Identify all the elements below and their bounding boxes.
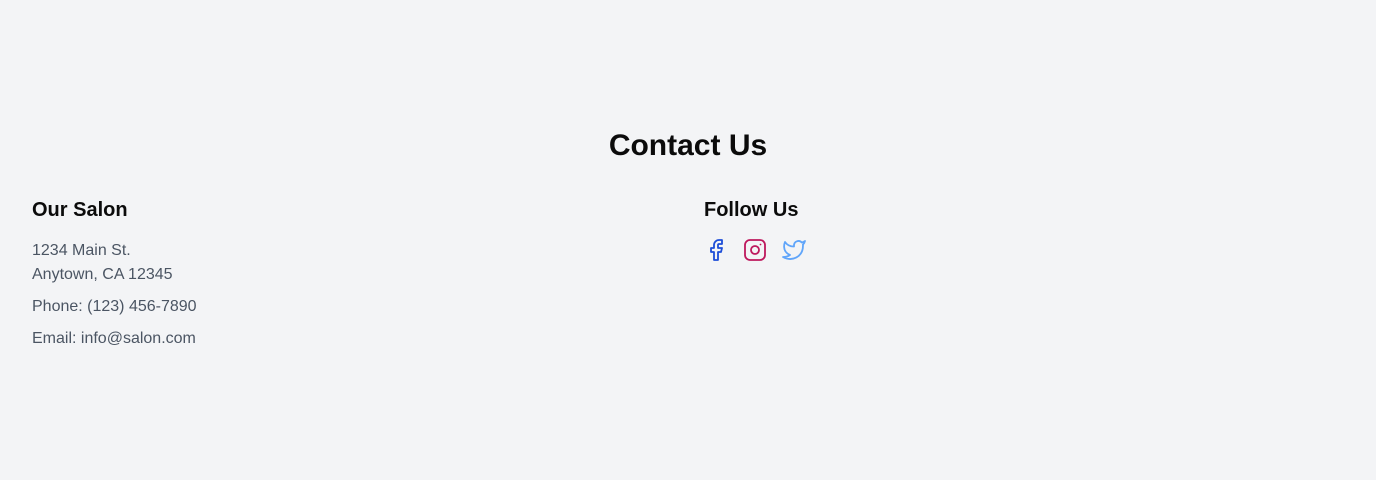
twitter-link[interactable] [782,238,806,262]
contact-section: Contact Us Our Salon 1234 Main St. Anyto… [0,0,1376,480]
phone-text: Phone: (123) 456-7890 [32,298,197,315]
email-text: Email: info@salon.com [32,330,196,347]
instagram-link[interactable] [743,238,767,262]
address-line-2: Anytown, CA 12345 [32,266,173,283]
twitter-icon [782,240,806,260]
address-line-1: 1234 Main St. [32,242,131,259]
page-title: Contact Us [608,129,768,162]
facebook-icon [710,239,723,261]
salon-details: 1234 Main St. Anytown, CA 12345 Phone: (… [32,239,672,351]
facebook-link[interactable] [704,238,728,262]
address: 1234 Main St. Anytown, CA 12345 [32,239,672,287]
follow-us: Follow Us [704,197,1344,262]
salon-heading: Our Salon [32,199,128,221]
instagram-icon [744,239,766,261]
follow-heading: Follow Us [704,199,799,221]
salon-info: Our Salon 1234 Main St. Anytown, CA 1234… [32,197,672,359]
social-links [704,238,1344,262]
